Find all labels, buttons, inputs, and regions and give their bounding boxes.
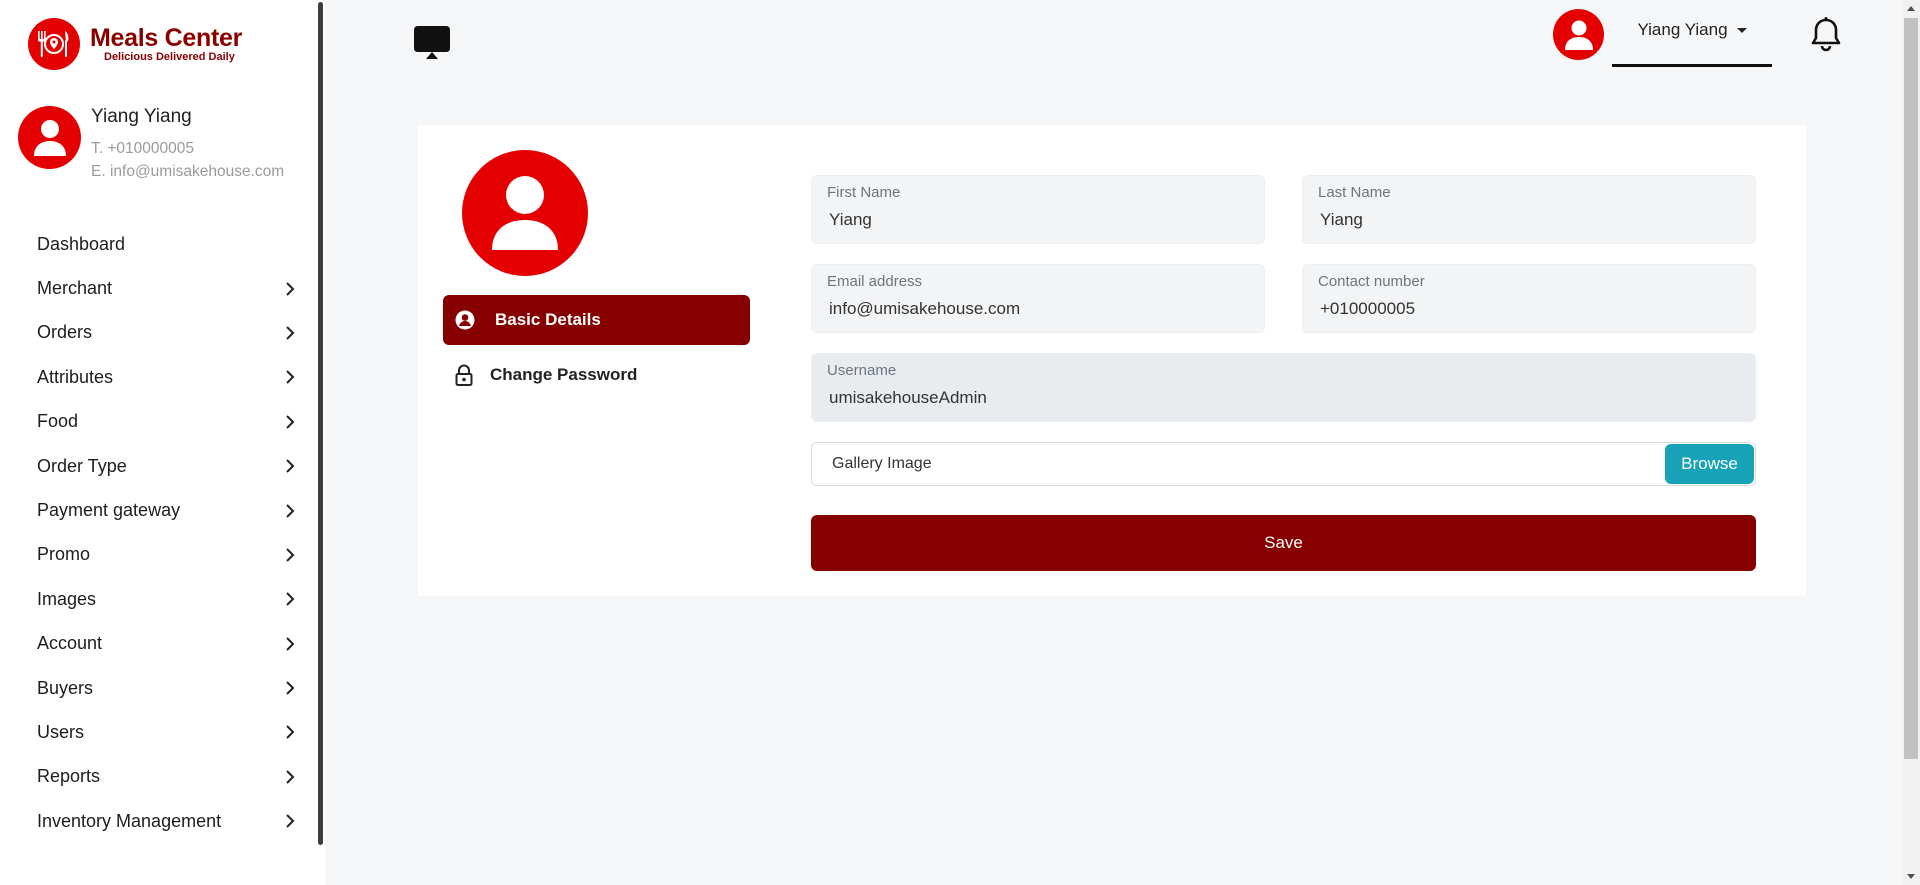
- bell-icon[interactable]: [1810, 16, 1842, 57]
- sidebar-item-promo[interactable]: Promo: [0, 533, 318, 577]
- sidebar-item-label: Orders: [37, 322, 93, 343]
- profile-email: E. info@umisakehouse.com: [91, 163, 285, 180]
- user-avatar-icon[interactable]: [1553, 9, 1604, 60]
- contact-number-field[interactable]: Contact number: [1302, 264, 1756, 333]
- sidebar-item-label: Order Type: [37, 455, 127, 476]
- user-menu-dropdown[interactable]: Yiang Yiang: [1612, 10, 1772, 67]
- file-input-label: Gallery Image: [832, 455, 932, 472]
- sidebar-item-label: Payment gateway: [37, 500, 181, 521]
- sidebar-item-dashboard[interactable]: Dashboard: [0, 222, 318, 266]
- tab-label: Basic Details: [495, 310, 601, 329]
- chevron-right-icon: [286, 681, 295, 695]
- chevron-right-icon: [286, 814, 295, 828]
- brand-tagline: Delicious Delivered Daily: [104, 50, 235, 63]
- first-name-input[interactable]: [829, 210, 1251, 230]
- sidebar-item-label: Promo: [37, 544, 91, 565]
- sidebar-item-label: Account: [37, 633, 103, 654]
- browse-button[interactable]: Browse: [1665, 444, 1754, 484]
- chevron-right-icon: [286, 725, 295, 740]
- sidebar-item-label: Reports: [37, 766, 101, 787]
- chevron-right-icon: [286, 548, 295, 562]
- save-button[interactable]: Save: [811, 515, 1756, 571]
- chevron-right-icon: [286, 503, 295, 518]
- profile-name: Yiang Yiang: [91, 106, 192, 127]
- sidebar-nav: Dashboard Merchant Orders Attributes Foo…: [0, 222, 318, 843]
- field-label: Username: [827, 362, 897, 379]
- sidebar: Meals Center Delicious Delivered Daily Y…: [0, 0, 325, 885]
- sidebar-item-order-type[interactable]: Order Type: [0, 444, 318, 488]
- sidebar-item-label: Food: [37, 411, 79, 432]
- sidebar-item-account[interactable]: Account: [0, 622, 318, 666]
- chevron-right-icon: [286, 281, 295, 296]
- user-avatar-icon: [462, 150, 588, 276]
- sidebar-item-attributes[interactable]: Attributes: [0, 355, 318, 399]
- gallery-image-file-input[interactable]: Gallery Image Browse: [811, 442, 1756, 486]
- email-input[interactable]: [829, 299, 1251, 319]
- page-scrollbar[interactable]: [1902, 0, 1920, 885]
- sidebar-item-label: Attributes: [37, 366, 114, 387]
- chevron-right-icon: [286, 415, 295, 429]
- sidebar-item-buyers[interactable]: Buyers: [0, 666, 318, 710]
- caret-down-icon: [1736, 27, 1747, 33]
- tab-change-password[interactable]: Change Password: [455, 355, 637, 395]
- chevron-right-icon: [286, 459, 295, 473]
- sidebar-item-merchant[interactable]: Merchant: [0, 266, 318, 310]
- sidebar-item-orders[interactable]: Orders: [0, 311, 318, 355]
- sidebar-item-label: Dashboard: [37, 233, 126, 254]
- sidebar-item-label: Merchant: [37, 278, 113, 299]
- chevron-right-icon: [286, 370, 295, 385]
- user-menu-name: Yiang Yiang: [1637, 20, 1728, 39]
- field-label: Contact number: [1318, 273, 1425, 290]
- sidebar-item-label: Buyers: [37, 677, 94, 698]
- user-avatar-icon: [18, 106, 81, 169]
- sidebar-item-label: Users: [37, 721, 85, 742]
- lock-icon: [455, 364, 473, 386]
- sidebar-item-food[interactable]: Food: [0, 400, 318, 444]
- first-name-field[interactable]: First Name: [811, 175, 1265, 244]
- email-field[interactable]: Email address: [811, 264, 1265, 333]
- field-label: Last Name: [1318, 184, 1391, 201]
- profile-card: Basic Details Change Password First Name…: [418, 125, 1806, 596]
- last-name-input[interactable]: [1320, 210, 1742, 230]
- tab-basic-details[interactable]: Basic Details: [443, 295, 750, 345]
- username-field: Username: [811, 353, 1756, 422]
- scroll-down-icon[interactable]: [1907, 874, 1915, 879]
- user-circle-icon: [455, 310, 475, 330]
- sidebar-item-payment-gateway[interactable]: Payment gateway: [0, 488, 318, 532]
- brand-logo-icon: [28, 18, 80, 70]
- tab-label: Change Password: [490, 365, 638, 384]
- brand-name: Meals Center: [90, 23, 243, 52]
- chevron-right-icon: [286, 326, 295, 340]
- sidebar-item-label: Inventory Management: [37, 810, 222, 831]
- scrollbar-thumb[interactable]: [1904, 18, 1918, 759]
- field-label: Email address: [827, 273, 923, 290]
- sidebar-scrollbar[interactable]: [318, 2, 323, 845]
- contact-number-input[interactable]: [1320, 299, 1742, 319]
- sidebar-profile: Yiang Yiang T. +010000005 E. info@umisak…: [18, 106, 284, 183]
- sidebar-item-label: Images: [37, 588, 97, 609]
- brand[interactable]: Meals Center Delicious Delivered Daily: [28, 18, 242, 70]
- chevron-right-icon: [286, 636, 295, 651]
- last-name-field[interactable]: Last Name: [1302, 175, 1756, 244]
- chevron-right-icon: [286, 770, 295, 784]
- scroll-up-icon[interactable]: [1907, 6, 1915, 11]
- sidebar-item-reports[interactable]: Reports: [0, 755, 318, 799]
- profile-phone: T. +010000005: [91, 140, 194, 157]
- monitor-icon[interactable]: [414, 26, 450, 65]
- sidebar-item-inventory-management[interactable]: Inventory Management: [0, 799, 318, 843]
- sidebar-item-images[interactable]: Images: [0, 577, 318, 621]
- field-label: First Name: [827, 184, 901, 201]
- username-input: [829, 388, 1742, 408]
- chevron-right-icon: [286, 592, 295, 607]
- sidebar-item-users[interactable]: Users: [0, 710, 318, 754]
